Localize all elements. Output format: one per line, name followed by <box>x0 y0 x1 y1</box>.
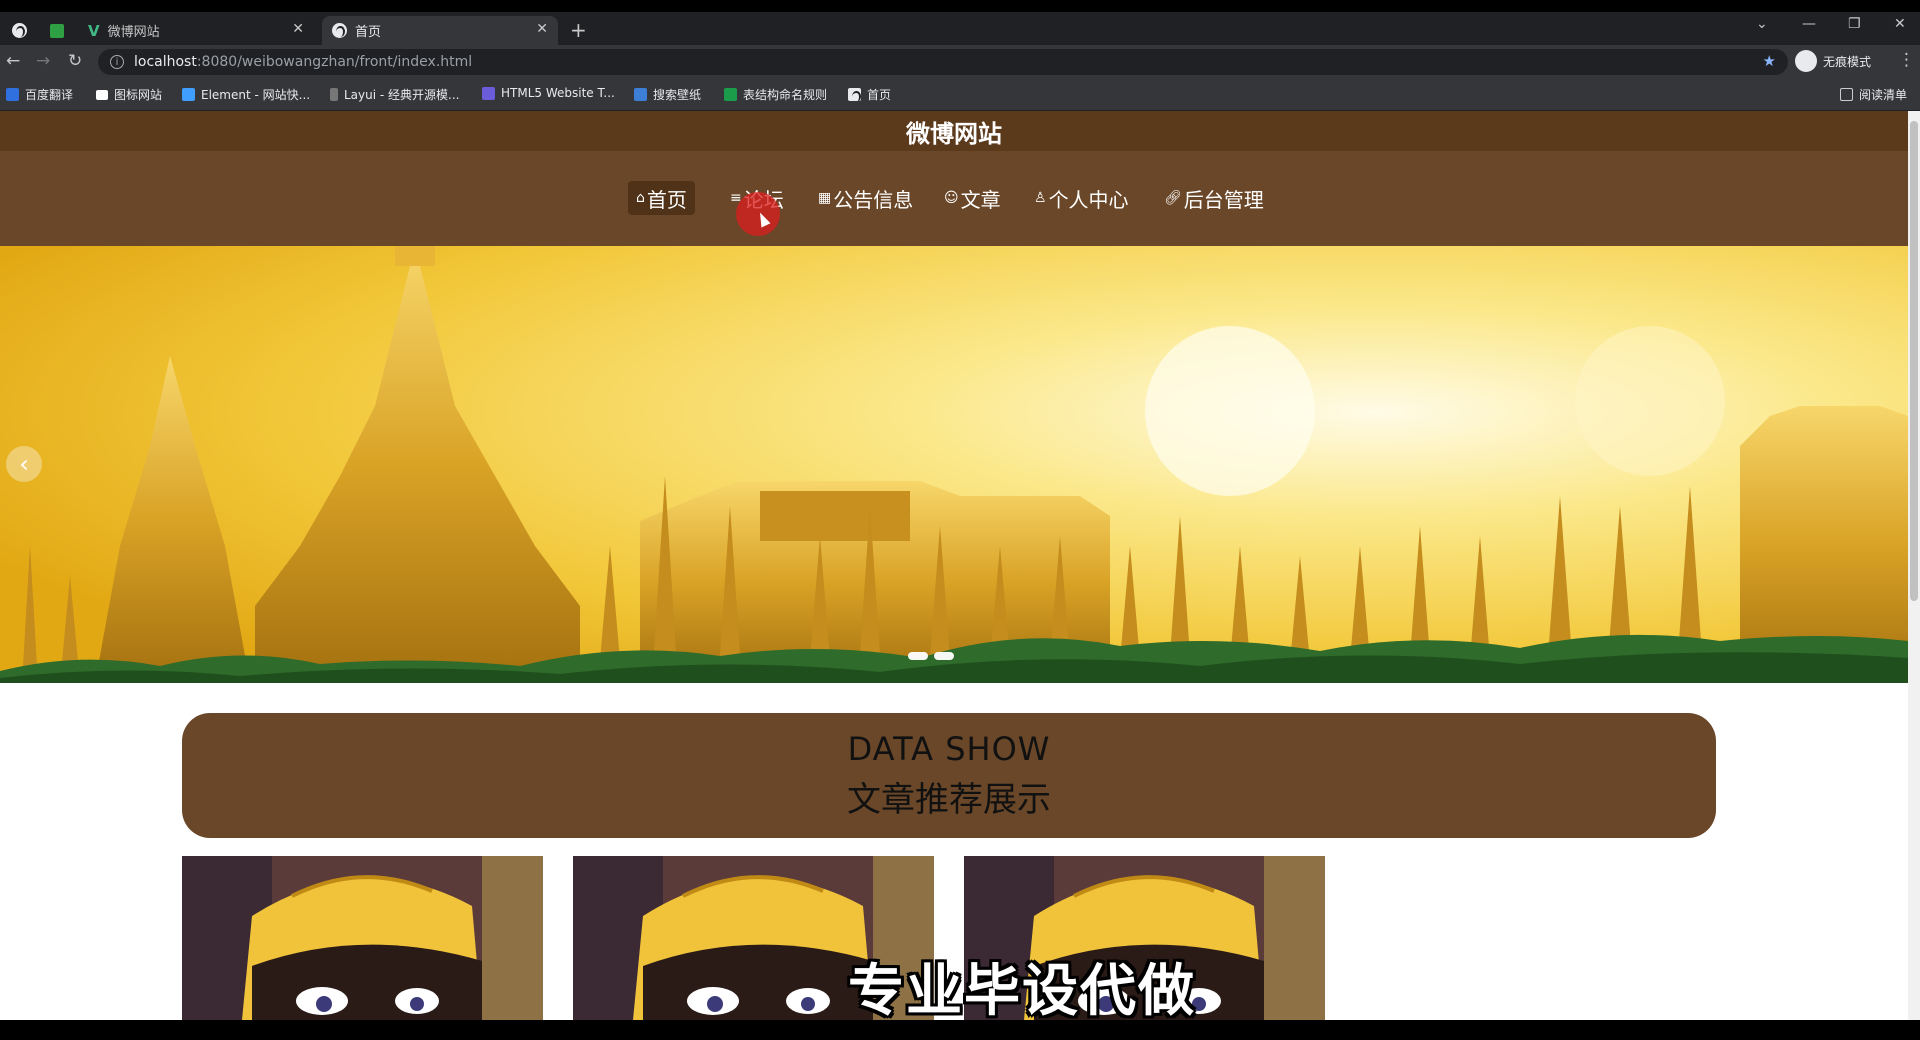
bookmark-item[interactable]: 图标网站 <box>96 86 162 103</box>
reading-list-icon <box>1840 88 1853 101</box>
flag-icon <box>96 89 108 100</box>
globe-icon <box>848 88 861 102</box>
carousel-dot[interactable] <box>934 652 954 660</box>
new-tab-icon[interactable]: + <box>570 18 587 42</box>
profile-label: 无痕模式 <box>1823 54 1872 69</box>
close-icon[interactable]: ✕ <box>292 21 304 37</box>
carousel-prev-button[interactable]: ‹ <box>6 446 42 482</box>
carousel-indicators <box>908 652 954 660</box>
element-icon <box>182 88 195 101</box>
site-title-bar: 微博网站 <box>0 111 1908 151</box>
site-title: 微博网站 <box>906 119 1002 148</box>
restore-icon[interactable]: ❐ <box>1848 16 1861 32</box>
sheet-icon <box>50 23 64 38</box>
globe-icon <box>11 23 27 38</box>
bookmark-item[interactable]: HTML5 Website T... <box>482 86 615 100</box>
sheet-icon <box>724 88 737 101</box>
nav-item-article[interactable]: ☺ 文章 <box>936 181 1009 215</box>
tab-search-icon[interactable]: ⌄ <box>1756 16 1768 32</box>
url-host: localhost <box>134 54 197 70</box>
browser-tab-bar: V 微博网站 ✕ 首页 ✕ + ⌄ — ❐ ✕ <box>0 12 1920 45</box>
incognito-icon <box>1795 50 1817 72</box>
carousel-dot[interactable] <box>908 652 928 660</box>
bookmark-item[interactable]: 首页 <box>848 86 891 103</box>
bookmark-star-icon[interactable]: ★ <box>1763 52 1776 70</box>
wallpaper-icon <box>634 88 647 101</box>
bookmark-item[interactable]: 搜索壁纸 <box>634 86 701 103</box>
nav-item-profile[interactable]: ♙ 个人中心 <box>1026 181 1137 215</box>
bookmark-item[interactable]: 表结构命名规则 <box>724 86 827 103</box>
layui-icon <box>330 88 338 101</box>
globe-icon <box>332 23 347 38</box>
bookmark-item[interactable]: Element - 网站快... <box>182 86 310 103</box>
reading-list-button[interactable]: 阅读清单 <box>1840 86 1907 103</box>
notice-icon: ▦ <box>818 190 832 206</box>
home-icon: ⌂ <box>636 190 645 206</box>
page-scrollbar[interactable] <box>1908 111 1920 1020</box>
reload-icon[interactable]: ↻ <box>68 51 82 71</box>
close-icon[interactable]: ✕ <box>536 21 548 37</box>
section-title-en: DATA SHOW <box>847 730 1051 768</box>
link-icon: 🔗︎ <box>1164 190 1182 206</box>
main-nav: ⌂首页 ≡论坛 ▦公告信息 ☺文章 ♙个人中心 🔗︎后台管理 <box>0 151 1908 246</box>
bookmarks-bar: 百度翻译 图标网站 Element - 网站快... Layui - 经典开源模… <box>0 78 1920 111</box>
browser-toolbar: ← → ↻ i localhost:8080/weibowangzhan/fro… <box>0 45 1920 78</box>
window-close-icon[interactable]: ✕ <box>1894 16 1906 32</box>
video-watermark: 专业毕设代做 <box>848 959 1196 1024</box>
screen: V 微博网站 ✕ 首页 ✕ + ⌄ — ❐ ✕ ← → ↻ i localhos… <box>0 0 1920 1040</box>
article-card[interactable] <box>182 856 543 1020</box>
scrollbar-thumb[interactable] <box>1910 121 1918 601</box>
article-thumbnail <box>182 856 543 1020</box>
pinned-tab[interactable] <box>42 16 72 45</box>
nav-item-notice[interactable]: ▦ 公告信息 <box>810 181 921 215</box>
tab-home[interactable]: 首页 ✕ <box>322 16 558 45</box>
chevron-left-icon: ‹ <box>19 450 29 478</box>
minimize-icon[interactable]: — <box>1802 16 1816 32</box>
back-icon[interactable]: ← <box>6 51 20 71</box>
profile-button[interactable]: 无痕模式 <box>1795 50 1871 72</box>
user-icon: ♙ <box>1034 190 1047 206</box>
tab-title: 首页 <box>355 25 382 40</box>
translate-icon <box>6 88 19 101</box>
banner-carousel[interactable]: ‹ <box>0 246 1908 683</box>
menu-icon[interactable]: ⋮ <box>1898 50 1915 70</box>
forward-icon[interactable]: → <box>36 51 50 71</box>
bookmark-item[interactable]: Layui - 经典开源模... <box>330 86 459 103</box>
nav-item-admin[interactable]: 🔗︎ 后台管理 <box>1156 181 1272 215</box>
url-path: :8080/weibowangzhan/front/index.html <box>196 54 473 70</box>
pinned-tab[interactable] <box>4 16 34 45</box>
nav-item-home[interactable]: ⌂ 首页 <box>628 181 695 215</box>
html5-icon <box>482 86 495 100</box>
article-icon: ☺ <box>944 190 959 206</box>
section-header: DATA SHOW 文章推荐展示 <box>182 713 1716 838</box>
site-info-icon[interactable]: i <box>110 55 124 69</box>
section-title-cn: 文章推荐展示 <box>847 780 1051 820</box>
tab-weibo[interactable]: V 微博网站 ✕ <box>82 16 314 45</box>
vue-icon: V <box>88 21 100 40</box>
tab-title: 微博网站 <box>107 25 160 40</box>
page-viewport: 微博网站 ⌂首页 ≡论坛 ▦公告信息 ☺文章 ♙个人中心 🔗︎后台管理 <box>0 111 1908 1020</box>
bookmark-item[interactable]: 百度翻译 <box>6 86 73 103</box>
banner-image <box>0 246 1908 683</box>
address-bar[interactable]: i localhost:8080/weibowangzhan/front/ind… <box>98 49 1788 75</box>
